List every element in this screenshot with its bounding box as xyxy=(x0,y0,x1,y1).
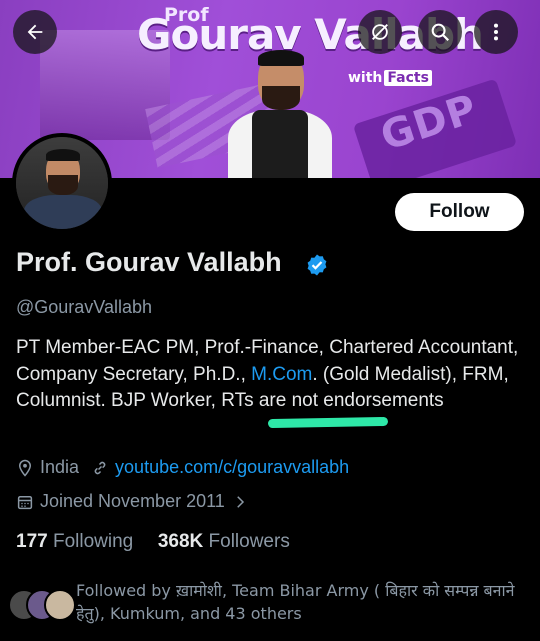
banner-facts-text: Facts xyxy=(384,70,432,86)
website-link[interactable]: youtube.com/c/gouravvallabh xyxy=(115,457,349,478)
banner-with-text: with xyxy=(348,70,383,86)
display-name: Prof. Gourav Vallabh xyxy=(16,247,282,277)
calendar-icon xyxy=(17,495,33,509)
avatar[interactable] xyxy=(12,133,112,233)
profile-meta-row: India youtube.com/c/gouravvallabh xyxy=(16,457,349,478)
more-button[interactable] xyxy=(474,10,518,54)
highlight-underline xyxy=(267,416,389,429)
banner-person-photo xyxy=(228,50,332,178)
followed-by-row[interactable]: Followed by ख़ामोशी, Team Bihar Army ( ब… xyxy=(8,579,528,629)
following-link[interactable]: 177 Following xyxy=(16,531,133,552)
verified-badge-icon xyxy=(307,254,327,276)
followers-label: Followers xyxy=(208,531,290,552)
back-arrow-icon xyxy=(27,24,43,40)
banner-tagline: with Facts xyxy=(348,70,432,86)
bio: PT Member-EAC PM, Prof.-Finance, Charter… xyxy=(16,335,526,415)
joined-row[interactable]: Joined November 2011 xyxy=(16,491,255,512)
followed-by-text: Followed by ख़ामोशी, Team Bihar Army ( ब… xyxy=(76,581,515,623)
search-icon xyxy=(431,23,450,42)
bio-mcom-link[interactable]: M.Com xyxy=(251,364,312,385)
followers-count: 368K xyxy=(157,531,204,552)
following-count: 177 xyxy=(16,531,48,552)
no-filter-icon xyxy=(372,24,388,40)
follow-button[interactable]: Follow xyxy=(395,193,524,231)
back-button[interactable] xyxy=(13,10,57,54)
link-icon xyxy=(94,461,106,474)
joined-text: Joined November 2011 xyxy=(40,491,225,511)
follower-avatar xyxy=(44,589,76,621)
location-pin-icon xyxy=(18,459,32,477)
chevron-right-icon xyxy=(237,495,244,508)
followers-link[interactable]: 368K Followers xyxy=(158,531,290,552)
banner-prof-text: Prof xyxy=(164,4,209,26)
more-vertical-icon xyxy=(493,23,499,41)
follow-counts: 177 Following 368K Followers xyxy=(16,531,290,553)
handle: @GouravVallabh xyxy=(16,297,153,317)
search-button[interactable] xyxy=(418,10,462,54)
following-label: Following xyxy=(52,531,134,552)
filter-button[interactable] xyxy=(358,10,402,54)
location-text: India xyxy=(40,457,80,477)
